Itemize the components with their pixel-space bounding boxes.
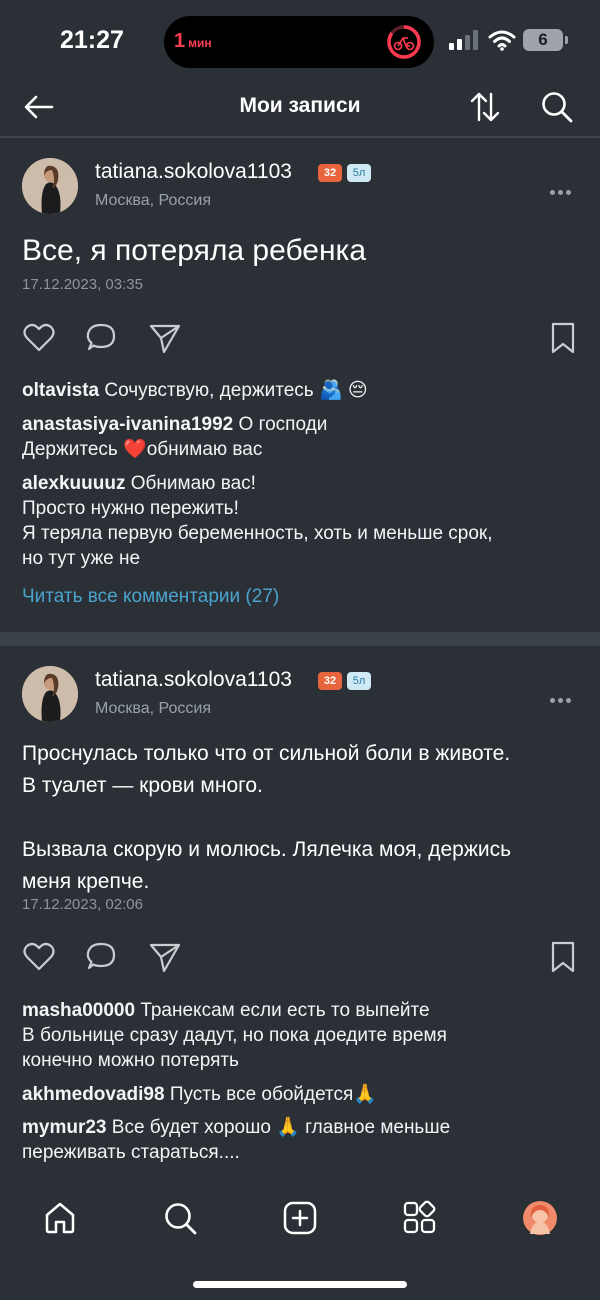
comment-text: Я теряла первую беременность, хоть и мен… [22,523,493,544]
services-icon[interactable] [402,1200,438,1236]
comment-text: О господи [238,414,328,435]
comment: akhmedovadi98 Пусть все обойдется🙏 [22,1082,582,1107]
post-username[interactable]: tatiana.sokolova1103 [95,160,292,184]
comment: masha00000 Транексам если есть то выпейт… [22,998,582,1073]
add-post-icon[interactable] [282,1200,318,1236]
comment-text: переживать стараться.... [22,1142,240,1163]
like-icon[interactable] [22,321,56,355]
post-text-line: меня крепче. [22,870,150,893]
comment-author[interactable]: mymur23 [22,1117,107,1138]
bottom-navigation [0,1183,600,1300]
post-text: Все, я потеряла ребенка [22,232,592,270]
more-options-icon[interactable] [550,690,578,703]
comment-author[interactable]: akhmedovadi98 [22,1084,165,1105]
comment-author[interactable]: masha00000 [22,1000,135,1021]
live-activity-timer: 1 мин [174,30,212,53]
comment: mymur23 Все будет хорошо 🙏 главное меньш… [22,1115,582,1165]
comment: anastasiya-ivanina1992 О господи Держите… [22,412,582,462]
cellular-signal-icon [449,30,478,50]
post-date: 17.12.2023, 03:35 [22,276,143,293]
sort-icon[interactable] [468,90,502,124]
read-all-comments-link[interactable]: Читать все комментарии (27) [22,586,279,608]
post-date: 17.12.2023, 02:06 [22,896,143,913]
share-icon[interactable] [148,321,182,355]
home-icon[interactable] [42,1200,78,1236]
post-text-line: В туалет — крови много. [22,774,263,797]
dynamic-island[interactable]: 1 мин [164,16,434,68]
search-icon[interactable] [162,1200,198,1236]
comment-icon[interactable] [84,940,118,974]
like-icon[interactable] [22,940,56,974]
bookmark-icon[interactable] [546,321,580,355]
clock: 21:27 [60,26,124,54]
avatar[interactable] [22,158,78,214]
comment-text: Пусть все обойдется🙏 [169,1084,377,1105]
profile-icon[interactable] [522,1200,558,1236]
post-separator [0,632,600,646]
more-options-icon[interactable] [550,182,578,195]
battery-indicator: 6 [523,29,568,51]
post-text-line: Вызвала скорую и молюсь. Лялечка моя, де… [22,838,512,861]
avatar-photo [22,666,78,722]
post-text-line: Все, я потеряла ребенка [22,234,367,267]
comment-author[interactable]: anastasiya-ivanina1992 [22,414,233,435]
share-icon[interactable] [148,940,182,974]
avatar-photo [22,158,78,214]
comment-author[interactable]: oltavista [22,380,99,401]
comment-author[interactable]: alexkuuuuz [22,473,125,494]
post-card: tatiana.sokolova1103 32 5л Москва, Росси… [0,646,600,1183]
comment-text: Просто нужно пережить! [22,498,239,519]
top-header: Мои записи [0,82,600,136]
age-badge: 32 [318,164,342,182]
comment-text: но тут уже не [22,548,141,569]
post-username[interactable]: tatiana.sokolova1103 [95,668,292,692]
wifi-icon [488,30,516,51]
workout-ring-icon [387,25,421,59]
comment-text: Держитесь ❤️обнимаю вас [22,439,263,460]
avatar[interactable] [22,666,78,722]
comment-text: Транексам если есть то выпейте [140,1000,430,1021]
comment: oltavista Сочувствую, держитесь 🫂 😔 [22,378,582,403]
comment-text: конечно можно потерять [22,1050,239,1071]
status-bar: 21:27 1 мин 6 [0,0,600,82]
post-text-line [22,802,592,834]
post-card: tatiana.sokolova1103 32 5л Москва, Росси… [0,138,600,632]
post-text-line: Проснулась только что от сильной боли в … [22,742,511,765]
bookmark-icon[interactable] [546,940,580,974]
duration-badge: 5л [347,164,371,182]
comment-text: Сочувствую, держитесь 🫂 😔 [104,380,368,401]
timer-unit: мин [188,36,212,50]
search-icon[interactable] [540,90,574,124]
home-indicator[interactable] [193,1281,407,1288]
age-badge: 32 [318,672,342,690]
comment: alexkuuuuz Обнимаю вас! Просто нужно пер… [22,471,582,571]
comment-text: Обнимаю вас! [130,473,256,494]
timer-value: 1 [174,30,186,52]
post-text: Проснулась только что от сильной боли в … [22,738,592,898]
comment-text: Все будет хорошо 🙏 главное меньше [111,1117,451,1138]
comment-text: В больнице сразу дадут, но пока доедите … [22,1025,447,1046]
duration-badge: 5л [347,672,371,690]
page-title: Мои записи [239,94,361,117]
comment-icon[interactable] [84,321,118,355]
post-location: Москва, Россия [95,700,211,717]
post-location: Москва, Россия [95,192,211,209]
